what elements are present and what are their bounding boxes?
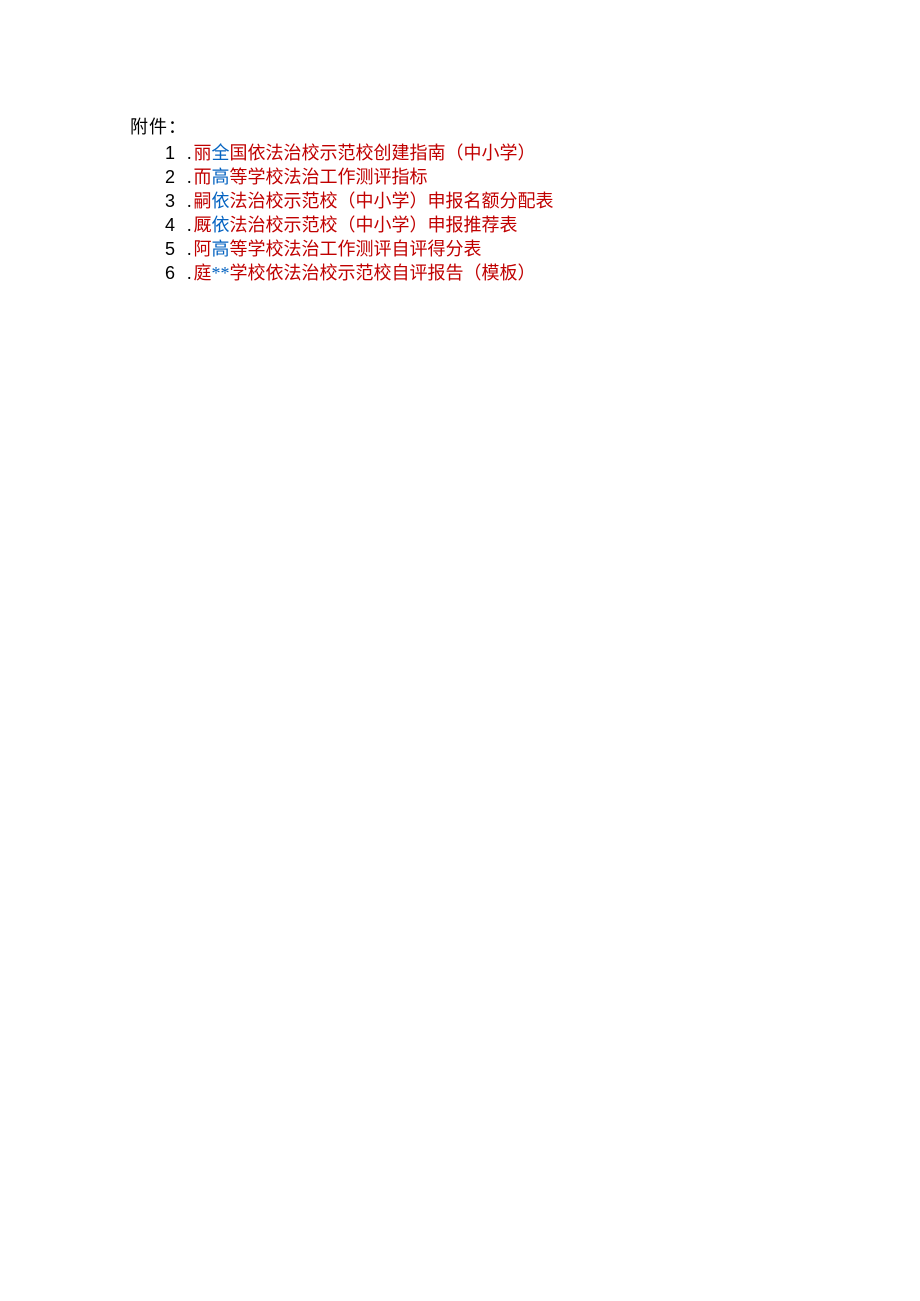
item-link-char[interactable]: 全 [212,143,230,163]
list-item: 5 . 阿高等学校法治工作测评自评得分表 [165,237,920,261]
item-dot: . [187,165,192,189]
item-text: 法治校示范校（中小学）申报名额分配表 [230,191,554,211]
item-link-char[interactable]: 高 [212,239,230,259]
item-prefix: 庭 [194,263,212,283]
list-item: 6 . 庭**学校依法治校示范校自评报告（模板） [165,261,920,285]
item-prefix: 丽 [194,143,212,163]
item-prefix: 厩 [194,215,212,235]
item-dot: . [187,189,192,213]
item-link-char[interactable]: 依 [212,215,230,235]
item-prefix: 嗣 [194,191,212,211]
item-number: 5 [165,237,179,261]
item-text: 等学校法治工作测评指标 [230,167,428,187]
list-item: 3 . 嗣依法治校示范校（中小学）申报名额分配表 [165,189,920,213]
item-number: 2 [165,165,179,189]
item-dot: . [187,237,192,261]
list-item: 2 . 而高等学校法治工作测评指标 [165,165,920,189]
item-prefix: 阿 [194,239,212,259]
list-item: 1 . 丽全国依法治校示范校创建指南（中小学） [165,141,920,165]
item-number: 1 [165,141,179,165]
item-text: 学校依法治校示范校自评报告（模板） [230,263,536,283]
item-number: 3 [165,189,179,213]
item-dot: . [187,141,192,165]
item-dot: . [187,261,192,285]
item-text: 法治校示范校（中小学）申报推荐表 [230,215,518,235]
attachments-list: 1 . 丽全国依法治校示范校创建指南（中小学） 2 . 而高等学校法治工作测评指… [130,141,920,285]
item-text: 等学校法治工作测评自评得分表 [230,239,482,259]
item-link-char[interactable]: 高 [212,167,230,187]
item-prefix: 而 [194,167,212,187]
list-item: 4 . 厩依法治校示范校（中小学）申报推荐表 [165,213,920,237]
attachments-header: 附件： [130,113,920,139]
item-number: 6 [165,261,179,285]
item-link-char[interactable]: ** [212,263,230,283]
item-dot: . [187,213,192,237]
item-number: 4 [165,213,179,237]
item-text: 国依法治校示范校创建指南（中小学） [230,143,536,163]
item-link-char[interactable]: 依 [212,191,230,211]
